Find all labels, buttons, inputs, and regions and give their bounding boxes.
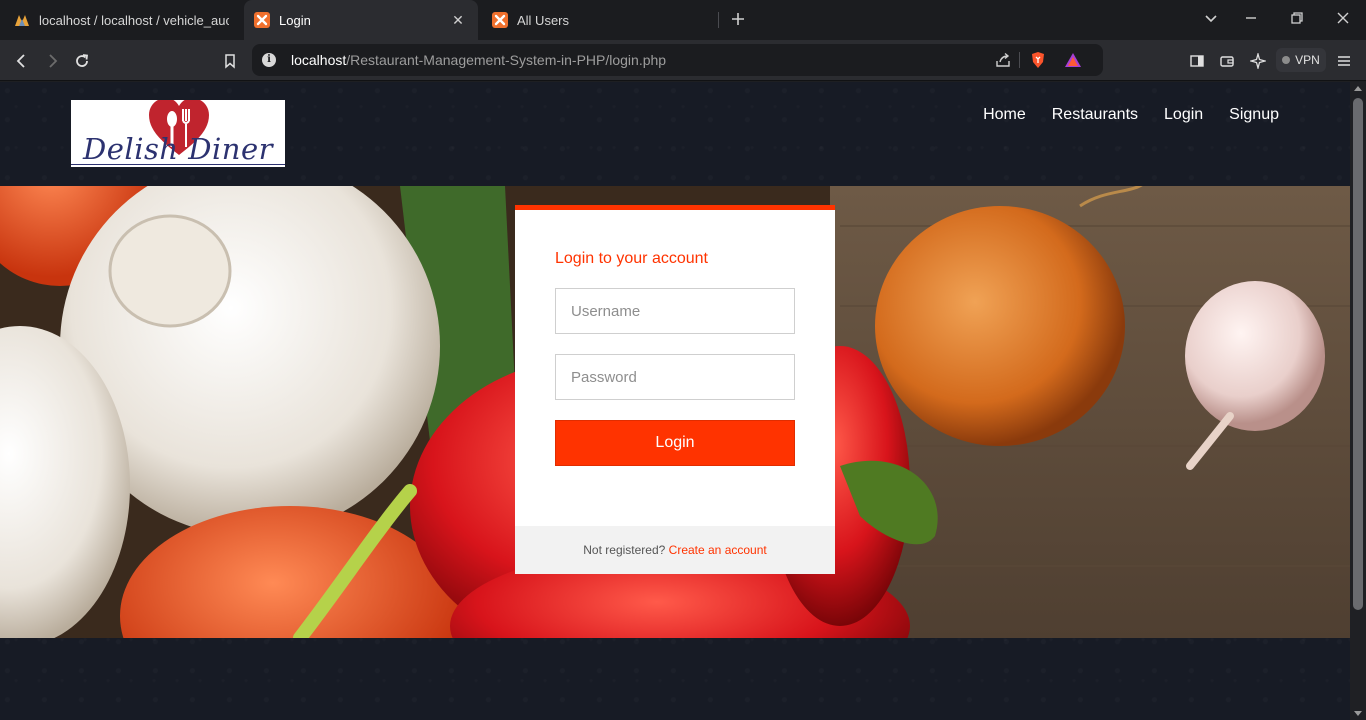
url-text[interactable]: localhost/Restaurant-Management-System-i… — [291, 52, 666, 68]
tab-separator — [718, 12, 719, 28]
forward-icon[interactable] — [41, 50, 63, 72]
close-window-icon[interactable] — [1333, 10, 1353, 30]
vpn-status-icon — [1282, 56, 1291, 64]
sidebar-toggle-icon[interactable] — [1186, 50, 1208, 72]
bookmark-icon[interactable] — [219, 50, 241, 72]
brave-shields-icon[interactable] — [1027, 49, 1049, 71]
browser-tab-all-users[interactable]: All Users — [492, 0, 712, 40]
minimize-icon[interactable] — [1241, 10, 1261, 30]
share-icon[interactable] — [992, 49, 1014, 71]
wallet-icon[interactable] — [1216, 50, 1238, 72]
browser-tab-login-active[interactable]: Login ✕ — [244, 0, 478, 40]
back-icon[interactable] — [11, 50, 33, 72]
browser-tab-phpmyadmin[interactable]: localhost / localhost / vehicle_auctio — [14, 0, 240, 40]
main-nav: Home Restaurants Login Signup — [983, 106, 1279, 124]
login-heading: Login to your account — [555, 250, 708, 267]
nav-restaurants[interactable]: Restaurants — [1052, 106, 1138, 124]
login-footer: Not registered? Create an account — [515, 526, 835, 574]
url-path: /Restaurant-Management-System-in-PHP/log… — [346, 52, 667, 68]
brand-underline — [71, 164, 285, 165]
leo-ai-icon[interactable] — [1247, 50, 1269, 72]
menu-icon[interactable] — [1333, 50, 1355, 72]
restore-icon[interactable] — [1287, 10, 1307, 30]
xampp-icon — [492, 12, 508, 28]
tab-title: All Users — [517, 12, 570, 28]
vpn-button[interactable]: VPN — [1276, 48, 1326, 72]
url-host: localhost — [291, 52, 347, 68]
address-bar[interactable]: i localhost/Restaurant-Management-System… — [252, 44, 1103, 76]
site-logo[interactable]: Delish Diner — [71, 100, 285, 167]
brave-rewards-icon[interactable] — [1062, 49, 1084, 71]
urlbar-separator — [1019, 52, 1020, 68]
tab-title: localhost / localhost / vehicle_auctio — [39, 12, 229, 28]
nav-signup[interactable]: Signup — [1229, 106, 1279, 124]
tab-search-chevron-down-icon[interactable] — [1201, 10, 1221, 30]
browser-toolbar: i localhost/Restaurant-Management-System… — [0, 40, 1366, 81]
xampp-icon — [254, 12, 270, 28]
close-tab-icon[interactable]: ✕ — [450, 12, 466, 28]
page-viewport: Delish Diner Home Restaurants Login Sign… — [0, 82, 1350, 720]
site-info-icon[interactable]: i — [262, 53, 276, 67]
login-button[interactable]: Login — [555, 420, 795, 466]
scrollbar-thumb[interactable] — [1353, 98, 1363, 610]
tab-title: Login — [279, 12, 311, 28]
vpn-label: VPN — [1295, 53, 1320, 67]
scroll-down-icon[interactable] — [1354, 711, 1362, 716]
login-card: Login to your account Login Not register… — [515, 205, 835, 574]
nav-login[interactable]: Login — [1164, 106, 1203, 124]
phpmyadmin-icon — [14, 12, 30, 28]
page-scrollbar[interactable] — [1350, 82, 1366, 720]
browser-tab-bar: localhost / localhost / vehicle_auctio L… — [0, 0, 1366, 40]
reload-icon[interactable] — [71, 50, 93, 72]
scroll-up-icon[interactable] — [1354, 86, 1362, 91]
nav-home[interactable]: Home — [983, 106, 1026, 124]
new-tab-icon[interactable] — [728, 10, 748, 30]
create-account-link[interactable]: Create an account — [669, 543, 767, 557]
password-input[interactable] — [555, 354, 795, 400]
brand-name: Delish Diner — [83, 132, 273, 166]
username-input[interactable] — [555, 288, 795, 334]
not-registered-text: Not registered? — [583, 543, 666, 557]
